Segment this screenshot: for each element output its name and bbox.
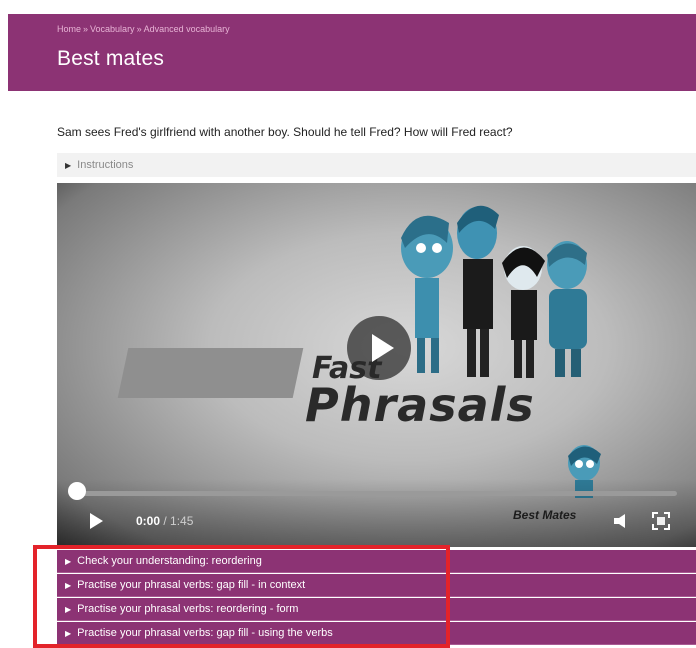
best-mates-logo: Best Mates xyxy=(513,508,577,522)
time-separator: / xyxy=(160,514,171,528)
play-icon[interactable] xyxy=(90,513,104,529)
expand-triangle-icon: ▶ xyxy=(65,160,72,170)
breadcrumb-vocabulary[interactable]: Vocabulary xyxy=(90,24,135,34)
page-title: Best mates xyxy=(57,47,165,70)
instructions-toggle[interactable]: ▶ Instructions xyxy=(57,153,696,177)
video-controls: 0:00 / 1:45 Best Mates xyxy=(57,479,696,547)
logo-phrasals-text: Phrasals xyxy=(305,378,535,432)
task-label: Practise your phrasal verbs: reordering … xyxy=(77,603,299,615)
breadcrumb: Home» Vocabulary» Advanced vocabulary xyxy=(57,24,230,34)
duration: 1:45 xyxy=(170,514,194,528)
breadcrumb-separator: » xyxy=(136,24,142,34)
task-item-gap-fill-in-context[interactable]: ▶ Practise your phrasal verbs: gap fill … xyxy=(57,574,696,597)
task-item-check-understanding-reordering[interactable]: ▶ Check your understanding: reordering xyxy=(57,550,696,573)
task-item-reordering-form[interactable]: ▶ Practise your phrasal verbs: reorderin… xyxy=(57,598,696,621)
current-time: 0:00 xyxy=(136,514,161,528)
expand-triangle-icon: ▶ xyxy=(65,628,72,638)
task-label: Check your understanding: reordering xyxy=(77,555,262,567)
breadcrumb-home[interactable]: Home xyxy=(57,24,81,34)
time-display: 0:00 / 1:45 xyxy=(136,514,193,528)
volume-icon[interactable] xyxy=(612,513,634,529)
task-label: Practise your phrasal verbs: gap fill - … xyxy=(77,627,333,639)
progress-handle[interactable] xyxy=(68,482,86,500)
breadcrumb-separator: » xyxy=(83,24,89,34)
expand-triangle-icon: ▶ xyxy=(65,580,72,590)
fullscreen-icon[interactable] xyxy=(652,512,670,530)
task-list: ▶ Check your understanding: reordering ▶… xyxy=(57,550,696,646)
breadcrumb-advanced-vocabulary[interactable]: Advanced vocabulary xyxy=(144,24,230,34)
video-player[interactable]: Fast Phrasals 0:00 / 1:45 Best Mates xyxy=(57,183,696,547)
expand-triangle-icon: ▶ xyxy=(65,556,72,566)
logo-stripe xyxy=(117,348,304,398)
big-play-icon[interactable] xyxy=(347,316,411,380)
progress-bar[interactable] xyxy=(79,491,677,496)
page-intro: Sam sees Fred's girlfriend with another … xyxy=(57,125,513,139)
page-header: Home» Vocabulary» Advanced vocabulary Best… xyxy=(8,14,696,91)
cartoon-characters-image xyxy=(401,205,587,378)
expand-triangle-icon: ▶ xyxy=(65,604,72,614)
task-label: Practise your phrasal verbs: gap fill - … xyxy=(77,579,306,591)
task-item-gap-fill-using-verbs[interactable]: ▶ Practise your phrasal verbs: gap fill … xyxy=(57,622,696,645)
instructions-label: Instructions xyxy=(77,159,134,171)
